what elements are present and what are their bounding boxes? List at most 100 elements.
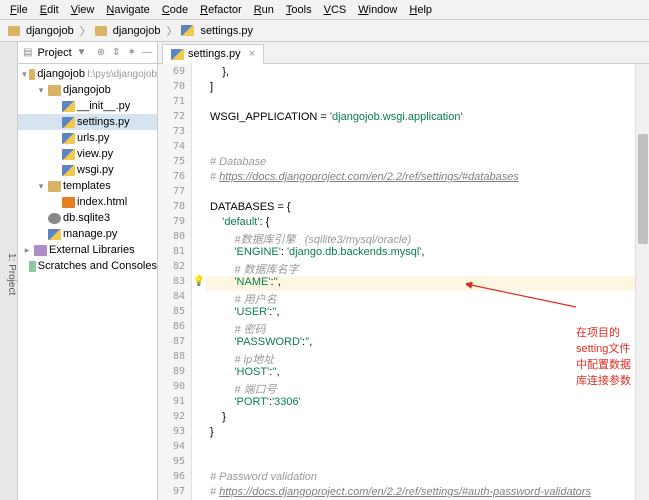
code-line[interactable]: [206, 126, 635, 141]
code-line[interactable]: 'ENGINE': 'django.db.backends.mysql',: [206, 246, 635, 261]
editor-tab[interactable]: settings.py ×: [162, 44, 264, 64]
tree-item-label: __init__.py: [77, 100, 130, 112]
target-icon[interactable]: ⊕: [95, 46, 106, 60]
project-tree[interactable]: ▾djangojob I:\pys\djangojob▾djangojob__i…: [18, 64, 157, 500]
code-area[interactable]: 6970717273747576777879808182838485868788…: [158, 64, 649, 500]
code-line[interactable]: # 数据库名字: [206, 261, 635, 276]
code-line[interactable]: WSGI_APPLICATION = 'djangojob.wsgi.appli…: [206, 111, 635, 126]
gutter-blank: [192, 306, 206, 321]
line-number: 83: [158, 276, 191, 291]
code-line[interactable]: }: [206, 411, 635, 426]
gutter-blank: [192, 261, 206, 276]
project-label: Project: [37, 47, 71, 59]
tree-item-view-py[interactable]: view.py: [18, 146, 157, 162]
hide-icon[interactable]: —: [142, 46, 153, 60]
code-line[interactable]: ]: [206, 81, 635, 96]
code-line[interactable]: # https://docs.djangoproject.com/en/2.2/…: [206, 486, 635, 500]
tree-item-label: djangojob: [63, 84, 111, 96]
code-line[interactable]: 'PORT':'3306': [206, 396, 635, 411]
code-line[interactable]: [206, 441, 635, 456]
breadcrumb-item[interactable]: djangojob: [111, 25, 163, 37]
line-number: 89: [158, 366, 191, 381]
editor-tabbar: settings.py ×: [158, 42, 649, 64]
project-tool-header: ▤ Project ▼ ⊕ ⇕ ✶ —: [18, 42, 157, 64]
code-line[interactable]: #数据库引擎 (sqllite3/mysql/oracle): [206, 231, 635, 246]
line-number: 93: [158, 426, 191, 441]
menu-window[interactable]: Window: [352, 2, 403, 18]
code-line[interactable]: }: [206, 426, 635, 441]
tree-item-__init__-py[interactable]: __init__.py: [18, 98, 157, 114]
code-line[interactable]: 'HOST':'',: [206, 366, 635, 381]
menu-view[interactable]: View: [65, 2, 101, 18]
line-number: 85: [158, 306, 191, 321]
menu-file[interactable]: File: [4, 2, 34, 18]
tree-item-urls-py[interactable]: urls.py: [18, 130, 157, 146]
code-line[interactable]: # Password validation: [206, 471, 635, 486]
dropdown-icon[interactable]: ▼: [76, 46, 87, 60]
tree-item-settings-py[interactable]: settings.py: [18, 114, 157, 130]
close-icon[interactable]: ×: [249, 48, 255, 60]
menu-vcs[interactable]: VCS: [318, 2, 353, 18]
line-number: 96: [158, 471, 191, 486]
scrollbar-vertical[interactable]: [635, 64, 649, 500]
menu-edit[interactable]: Edit: [34, 2, 65, 18]
py-icon: [62, 101, 75, 112]
tree-item-templates[interactable]: ▾templates: [18, 178, 157, 194]
collapse-icon[interactable]: ⇕: [111, 46, 122, 60]
tree-item-External-Libraries[interactable]: ▸External Libraries: [18, 242, 157, 258]
code-line[interactable]: [206, 456, 635, 471]
tree-item-wsgi-py[interactable]: wsgi.py: [18, 162, 157, 178]
gutter-blank: [192, 381, 206, 396]
tree-item-Scratches-and-Consoles[interactable]: Scratches and Consoles: [18, 258, 157, 274]
code-line[interactable]: # 用户名: [206, 291, 635, 306]
tree-item-index-html[interactable]: index.html: [18, 194, 157, 210]
scr-icon: [29, 261, 36, 272]
tree-item-manage-py[interactable]: manage.py: [18, 226, 157, 242]
menu-navigate[interactable]: Navigate: [100, 2, 155, 18]
bulb-icon[interactable]: 💡: [192, 276, 206, 291]
code-line[interactable]: 'USER':'',: [206, 306, 635, 321]
menu-code[interactable]: Code: [156, 2, 194, 18]
code-line[interactable]: [206, 96, 635, 111]
code-line[interactable]: },: [206, 66, 635, 81]
scrollbar-thumb[interactable]: [638, 134, 648, 244]
twisty-icon[interactable]: ▾: [36, 85, 46, 96]
tree-item-label: wsgi.py: [77, 164, 114, 176]
code-line[interactable]: DATABASES = {: [206, 201, 635, 216]
code-body[interactable]: },] WSGI_APPLICATION = 'djangojob.wsgi.ap…: [206, 64, 635, 500]
code-line[interactable]: [206, 186, 635, 201]
code-line[interactable]: # Database: [206, 156, 635, 171]
gutter-blank: [192, 81, 206, 96]
tree-item-djangojob[interactable]: ▾djangojob I:\pys\djangojob: [18, 66, 157, 82]
menu-help[interactable]: Help: [403, 2, 438, 18]
code-line[interactable]: 'NAME':'',: [206, 276, 635, 291]
gutter-blank: [192, 231, 206, 246]
code-line[interactable]: 'PASSWORD':'',: [206, 336, 635, 351]
menu-tools[interactable]: Tools: [280, 2, 318, 18]
breadcrumb-item[interactable]: settings.py: [198, 25, 255, 37]
breadcrumb: djangojob〉djangojob〉settings.py: [0, 20, 649, 42]
tree-item-db-sqlite3[interactable]: db.sqlite3: [18, 210, 157, 226]
twisty-icon[interactable]: ▾: [22, 69, 27, 80]
gutter-blank: [192, 291, 206, 306]
editor: settings.py × 69707172737475767778798081…: [158, 42, 649, 500]
code-line[interactable]: # ip地址: [206, 351, 635, 366]
gutter-blank: [192, 201, 206, 216]
code-line[interactable]: [206, 141, 635, 156]
code-line[interactable]: 'default': {: [206, 216, 635, 231]
menu-run[interactable]: Run: [248, 2, 280, 18]
breadcrumb-item[interactable]: djangojob: [24, 25, 76, 37]
menu-refactor[interactable]: Refactor: [194, 2, 248, 18]
project-tool-tab[interactable]: 1: Project: [0, 42, 18, 500]
twisty-icon[interactable]: ▾: [36, 181, 46, 192]
tree-item-djangojob[interactable]: ▾ djangojob: [18, 82, 157, 98]
gutter-blank: [192, 336, 206, 351]
twisty-icon[interactable]: ▸: [22, 245, 32, 256]
gear-icon[interactable]: ✶: [126, 46, 137, 60]
code-line[interactable]: # 端口号: [206, 381, 635, 396]
tree-item-label: index.html: [77, 196, 127, 208]
line-number: 82: [158, 261, 191, 276]
code-line[interactable]: # https://docs.djangoproject.com/en/2.2/…: [206, 171, 635, 186]
line-number: 75: [158, 156, 191, 171]
code-line[interactable]: # 密码: [206, 321, 635, 336]
